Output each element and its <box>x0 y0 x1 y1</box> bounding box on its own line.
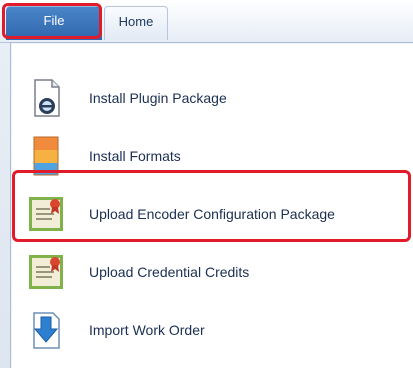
tab-file-label: File <box>43 13 65 28</box>
tab-home-label: Home <box>118 14 154 29</box>
menu-item-upload-encoder-configuration-package[interactable]: Upload Encoder Configuration Package <box>17 185 407 243</box>
menu-item-label: Install Plugin Package <box>89 90 227 106</box>
menu-item-label: Import Work Order <box>89 322 205 338</box>
import-arrow-icon <box>33 312 60 349</box>
tab-file[interactable]: File <box>6 6 102 40</box>
file-menu-panel: Install Plugin Package Install Formats U… <box>10 42 413 368</box>
certificate-icon <box>29 197 63 231</box>
menu-item-label: Install Formats <box>89 148 181 164</box>
menu-item-install-formats[interactable]: Install Formats <box>17 127 407 185</box>
menu-item-label: Upload Credential Credits <box>89 264 250 280</box>
install-formats-icon <box>33 136 59 176</box>
menu-item-label: Upload Encoder Configuration Package <box>89 206 335 222</box>
menu-item-install-plugin-package[interactable]: Install Plugin Package <box>17 69 407 127</box>
menu-item-import-work-order[interactable]: Import Work Order <box>17 301 407 359</box>
certificate-icon <box>29 255 63 289</box>
menu-item-upload-credential-credits[interactable]: Upload Credential Credits <box>17 243 407 301</box>
ribbon-tab-strip: File Home <box>0 0 413 43</box>
app-window: File Home Install Plugin Package Install… <box>0 0 413 368</box>
tab-home[interactable]: Home <box>104 6 168 40</box>
install-plugin-icon <box>34 79 60 117</box>
